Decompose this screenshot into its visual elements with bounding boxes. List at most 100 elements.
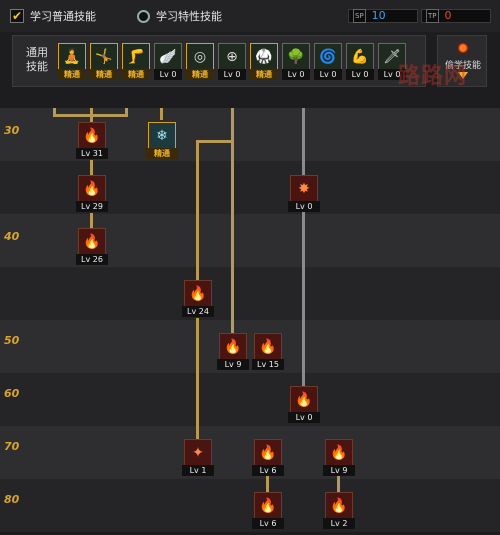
level-label: 60 <box>4 387 20 400</box>
sp-tag-icon: SP <box>353 9 366 23</box>
learn-normal-skill-option[interactable]: ✔ 学习普通技能 <box>10 8 96 24</box>
skill-level-label: Lv 1 <box>182 465 214 476</box>
skill-level-label: 精通 <box>122 69 150 80</box>
tree-skill-3[interactable]: 🔥 Lv 29 <box>76 175 108 213</box>
level-label: 50 <box>4 334 20 347</box>
skill-level-label: Lv 0 <box>288 201 320 212</box>
tree-skill-14[interactable]: 🔥 Lv 2 <box>323 492 355 530</box>
general-skill-2[interactable]: 🤸 精通 <box>90 43 118 81</box>
skill-level-label: 精通 <box>58 69 86 80</box>
connector-line <box>196 140 232 143</box>
general-skill-9[interactable]: 🌀 Lv 0 <box>314 43 342 81</box>
general-skill-10[interactable]: 💪 Lv 0 <box>346 43 374 81</box>
skill-level-label: Lv 6 <box>252 518 284 529</box>
connector-line <box>231 108 234 334</box>
general-skill-3[interactable]: 🦵 精通 <box>122 43 150 81</box>
tree-skill-2[interactable]: ❄ 精通 <box>146 122 178 160</box>
connector-line <box>196 318 199 439</box>
fire-orb-icon: 🔥 <box>290 386 318 414</box>
skill-level-label: Lv 26 <box>76 254 108 265</box>
meditate-icon: 🧘 <box>58 43 86 71</box>
connector-line <box>196 140 199 280</box>
general-skill-4[interactable]: 🪽 Lv 0 <box>154 43 182 81</box>
skill-level-label: Lv 0 <box>288 412 320 423</box>
tp-counter: TP 0 <box>421 9 491 23</box>
general-skill-7[interactable]: 🥋 精通 <box>250 43 278 81</box>
kick-icon: 🦵 <box>122 43 150 71</box>
connector-line <box>90 108 93 123</box>
tree-skill-8[interactable]: 🔥 Lv 15 <box>252 333 284 371</box>
skill-level-label: Lv 0 <box>154 69 182 80</box>
skill-level-label: Lv 6 <box>252 465 284 476</box>
fire-blast-icon: 🔥 <box>219 333 247 361</box>
fire-burst-icon: 🔥 <box>254 492 282 520</box>
fire-strike-icon: 🔥 <box>78 228 106 256</box>
watermark: 路路网 <box>398 64 468 89</box>
tree-band <box>0 426 500 479</box>
skill-level-label: Lv 9 <box>323 465 355 476</box>
general-skill-8[interactable]: 🌳 Lv 0 <box>282 43 310 81</box>
tree-skill-11[interactable]: 🔥 Lv 6 <box>252 439 284 477</box>
tree-skill-12[interactable]: 🔥 Lv 9 <box>323 439 355 477</box>
skill-level-label: Lv 0 <box>218 69 246 80</box>
tree-band <box>0 479 500 532</box>
tree-band <box>0 320 500 373</box>
tree-skill-7[interactable]: 🔥 Lv 9 <box>217 333 249 371</box>
wing-icon: 🪽 <box>154 43 182 71</box>
crosshair-icon: ⊕ <box>218 43 246 71</box>
general-skill-6[interactable]: ⊕ Lv 0 <box>218 43 246 81</box>
connector-line <box>160 108 163 120</box>
tree-skill-1[interactable]: 🔥 Lv 31 <box>76 122 108 160</box>
flame-hook-icon: 🔥 <box>78 122 106 150</box>
tree-band <box>0 267 500 320</box>
tree-skill-10[interactable]: ✦ Lv 1 <box>182 439 214 477</box>
skill-level-label: 精通 <box>186 69 214 80</box>
tree-band <box>0 214 500 267</box>
light-pillar-icon: ✦ <box>184 439 212 467</box>
tp-tag-icon: TP <box>426 9 439 23</box>
connector-line <box>302 108 305 386</box>
tree-band <box>0 373 500 426</box>
skill-level-label: Lv 24 <box>182 306 214 317</box>
level-label: 80 <box>4 493 20 506</box>
level-label: 70 <box>4 440 20 453</box>
skill-level-label: 精通 <box>250 69 278 80</box>
fire-claw-icon: 🔥 <box>78 175 106 203</box>
skill-level-label: Lv 0 <box>282 69 310 80</box>
general-skill-5[interactable]: ◎ 精通 <box>186 43 214 81</box>
swirl-icon: 🌀 <box>314 43 342 71</box>
tree-skill-5[interactable]: 🔥 Lv 26 <box>76 228 108 266</box>
tree-skill-4[interactable]: ✸ Lv 0 <box>288 175 320 213</box>
strength-icon: 💪 <box>346 43 374 71</box>
dark-burst-icon: ✸ <box>290 175 318 203</box>
tree-icon: 🌳 <box>282 43 310 71</box>
fire-wave-icon: 🔥 <box>325 492 353 520</box>
stance-icon: 🥋 <box>250 43 278 71</box>
general-skills-panel: 通用技能 🧘 精通 🤸 精通 🦵 精通 🪽 Lv 0 ◎ 精通 ⊕ Lv 0 🥋… <box>12 35 426 87</box>
ice-slash-icon: ❄ <box>148 122 176 150</box>
skill-level-label: Lv 9 <box>217 359 249 370</box>
tree-skill-9[interactable]: 🔥 Lv 0 <box>288 386 320 424</box>
skill-level-label: Lv 0 <box>314 69 342 80</box>
leap-icon: 🤸 <box>90 43 118 71</box>
green-flame-icon: 🔥 <box>254 333 282 361</box>
skill-level-label: Lv 0 <box>346 69 374 80</box>
tree-skill-13[interactable]: 🔥 Lv 6 <box>252 492 284 530</box>
level-label: 40 <box>4 230 20 243</box>
tree-skill-6[interactable]: 🔥 Lv 24 <box>182 280 214 318</box>
skill-level-label: Lv 15 <box>252 359 284 370</box>
learn-special-skill-label: 学习特性技能 <box>156 10 222 23</box>
general-skill-1[interactable]: 🧘 精通 <box>58 43 86 81</box>
skill-level-label: Lv 29 <box>76 201 108 212</box>
target-icon: ◎ <box>186 43 214 71</box>
learn-special-skill-option[interactable]: 学习特性技能 <box>137 8 222 24</box>
skill-level-label: 精通 <box>90 69 118 80</box>
fire-sword-icon: 🔥 <box>325 439 353 467</box>
radio-icon <box>137 9 150 23</box>
skill-tree: 30 40 50 60 70 80 🔥 Lv 31 ❄ 精通 🔥 Lv 29 ✸… <box>0 108 500 535</box>
fire-dash-icon: 🔥 <box>184 280 212 308</box>
top-bar: ✔ 学习普通技能 学习特性技能 SP 10 TP 0 <box>0 0 500 32</box>
checked-icon: ✔ <box>10 9 24 23</box>
learn-normal-skill-label: 学习普通技能 <box>30 10 96 23</box>
skill-level-label: Lv 31 <box>76 148 108 159</box>
